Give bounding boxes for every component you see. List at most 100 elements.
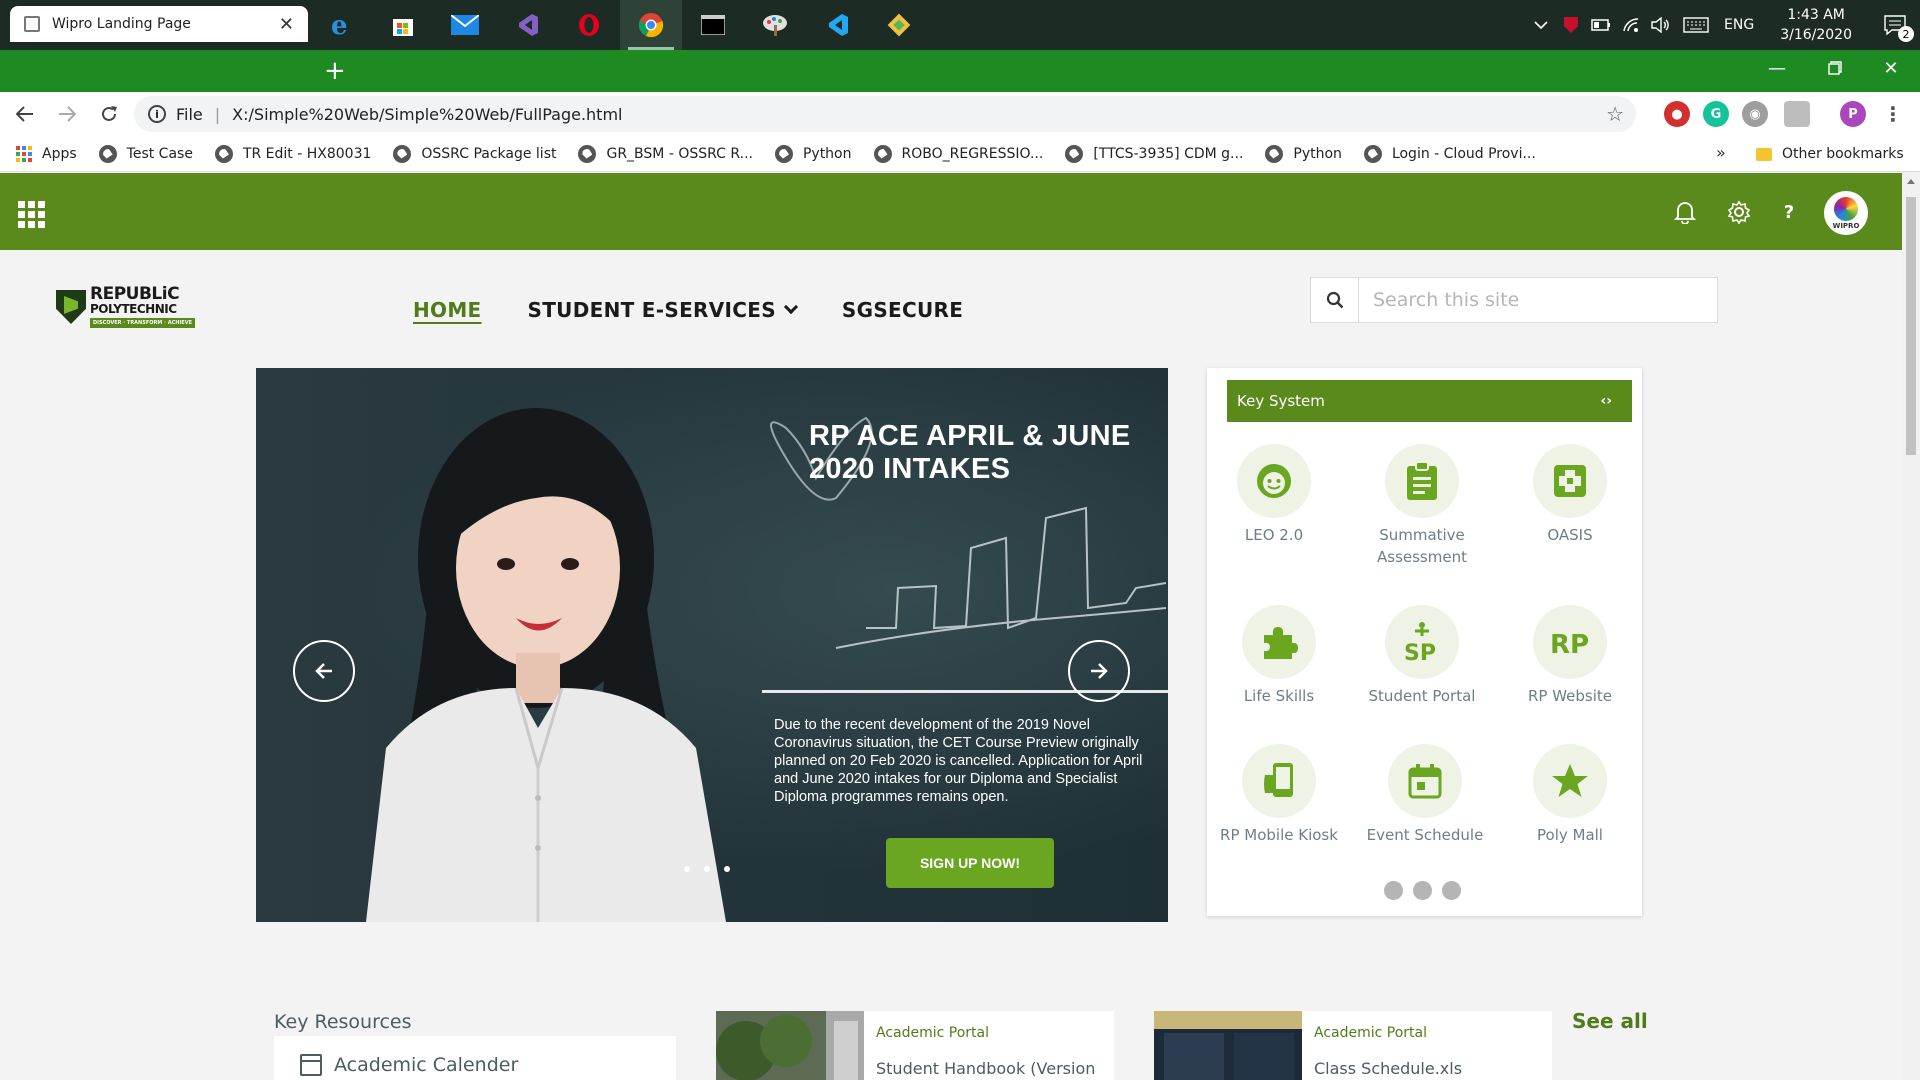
- page-scrollbar[interactable]: [1902, 173, 1920, 1080]
- code-toggle-icon[interactable]: ‹›: [1600, 393, 1612, 409]
- carousel-prev-arrow-icon[interactable]: [293, 640, 355, 702]
- hero-title: RP ACE APRIL & JUNE 2020 INTAKES: [809, 420, 1131, 485]
- chrome-menu-icon[interactable]: ⋮: [1880, 101, 1906, 127]
- app-launcher-icon[interactable]: [18, 201, 45, 228]
- globe-icon: [1065, 144, 1084, 163]
- scroll-up-icon[interactable]: [1907, 179, 1915, 184]
- bookmark-item[interactable]: GR_BSM - OSSRC R...: [578, 144, 753, 163]
- key-system-item-life-skills[interactable]: Life Skills: [1209, 605, 1349, 707]
- carousel-dot[interactable]: [684, 866, 690, 872]
- git-icon[interactable]: [868, 0, 930, 50]
- key-system-item-summative[interactable]: Summative Assessment: [1352, 444, 1492, 568]
- wifi-icon[interactable]: [1616, 0, 1646, 50]
- bookmark-item[interactable]: TR Edit - HX80031: [214, 144, 371, 163]
- calendar-icon: [1388, 744, 1462, 818]
- other-bookmarks[interactable]: Other bookmarks: [1756, 136, 1904, 172]
- key-system-label: Poly Mall: [1537, 826, 1603, 844]
- bookmark-item[interactable]: [TTCS-3935] CDM g...: [1065, 144, 1243, 163]
- suite-bar: ? WIPRO: [0, 173, 1902, 250]
- pager-dot[interactable]: [1384, 881, 1403, 900]
- store-icon[interactable]: [372, 0, 434, 50]
- bookmark-item[interactable]: ROBO_REGRESSIO...: [873, 144, 1043, 163]
- pager-dot[interactable]: [1442, 881, 1461, 900]
- notifications-bell-icon[interactable]: [1670, 197, 1700, 227]
- address-bar[interactable]: i File | X:/Simple%20Web/Simple%20Web/Fu…: [134, 96, 1636, 132]
- key-resources-card: Academic Calender: [274, 1036, 676, 1080]
- key-system-item-event-schedule[interactable]: Event Schedule: [1355, 744, 1495, 846]
- carousel-dot[interactable]: [704, 866, 710, 872]
- globe-icon: [578, 144, 597, 163]
- pager-dot[interactable]: [1413, 881, 1432, 900]
- key-system-panel: Key System ‹› LEO 2.0 Summative Assessme…: [1207, 368, 1642, 916]
- restore-icon[interactable]: [1806, 50, 1864, 86]
- site-info-icon[interactable]: i: [148, 105, 166, 123]
- page-viewport: ? WIPRO REPUBLiC POLYTECHNIC DISCOVER · …: [0, 173, 1902, 1080]
- key-system-item-rp-website[interactable]: RP RP Website: [1500, 605, 1640, 707]
- extension-grammarly-icon[interactable]: G: [1703, 101, 1729, 127]
- help-icon[interactable]: ?: [1774, 197, 1804, 227]
- keyboard-icon[interactable]: [1676, 0, 1716, 50]
- mcafee-icon[interactable]: [1556, 0, 1586, 50]
- bookmark-star-icon[interactable]: ☆: [1606, 102, 1624, 126]
- search-button[interactable]: [1310, 277, 1358, 323]
- resource-academic-calendar[interactable]: Academic Calender: [300, 1054, 518, 1076]
- key-system-item-student-portal[interactable]: SP Student Portal: [1352, 605, 1492, 707]
- bookmark-apps[interactable]: Apps: [16, 145, 77, 162]
- sign-up-button[interactable]: SIGN UP NOW!: [886, 838, 1054, 888]
- scrollbar-thumb[interactable]: [1906, 197, 1916, 455]
- new-tab-icon[interactable]: +: [324, 56, 346, 86]
- search-input[interactable]: [1358, 277, 1718, 323]
- document-category: Academic Portal: [876, 1025, 990, 1041]
- bookmark-item[interactable]: Test Case: [98, 144, 193, 163]
- visual-studio-icon[interactable]: [496, 0, 558, 50]
- site-logo[interactable]: REPUBLiC POLYTECHNIC DISCOVER · TRANSFOR…: [56, 273, 202, 341]
- forward-icon[interactable]: [50, 97, 84, 131]
- key-system-item-oasis[interactable]: OASIS: [1500, 444, 1640, 546]
- document-card[interactable]: Academic Portal Student Handbook (Versio…: [716, 1011, 1114, 1080]
- carousel-next-arrow-icon[interactable]: [1068, 640, 1130, 702]
- bookmark-item[interactable]: OSSRC Package list: [393, 144, 556, 163]
- reload-icon[interactable]: [92, 97, 126, 131]
- cross-puzzle-icon: [1533, 444, 1607, 518]
- mail-icon[interactable]: [434, 0, 496, 50]
- bookmark-label: Python: [1293, 145, 1342, 162]
- close-tab-icon[interactable]: ✕: [279, 14, 294, 35]
- minimize-icon[interactable]: —: [1748, 50, 1806, 86]
- terminal-icon[interactable]: [682, 0, 744, 50]
- key-system-item-leo[interactable]: LEO 2.0: [1204, 444, 1344, 546]
- star-icon: [1533, 744, 1607, 818]
- clock[interactable]: 1:43 AM 3/16/2020: [1762, 5, 1870, 45]
- battery-icon[interactable]: [1586, 0, 1616, 50]
- extension-circle-icon[interactable]: ◉: [1742, 101, 1768, 127]
- extension-square-icon[interactable]: [1784, 101, 1810, 127]
- carousel-dot[interactable]: [724, 866, 730, 872]
- more-bookmarks-button[interactable]: »: [1716, 143, 1726, 162]
- key-system-item-mobile-kiosk[interactable]: RP Mobile Kiosk: [1209, 744, 1349, 846]
- close-window-icon[interactable]: ✕: [1862, 50, 1920, 86]
- nav-sgsecure[interactable]: SGSECURE: [842, 298, 963, 322]
- bookmark-item[interactable]: Python: [1265, 144, 1342, 163]
- user-avatar[interactable]: WIPRO: [1824, 191, 1868, 235]
- nav-student-e-services[interactable]: STUDENT E-SERVICES: [528, 298, 798, 322]
- settings-gear-icon[interactable]: [1724, 197, 1754, 227]
- opera-icon[interactable]: [558, 0, 620, 50]
- document-card[interactable]: Academic Portal Class Schedule.xls: [1154, 1011, 1552, 1080]
- action-center-icon[interactable]: 2: [1870, 0, 1920, 50]
- back-icon[interactable]: [8, 97, 42, 131]
- profile-icon[interactable]: P: [1840, 101, 1866, 127]
- paint-icon[interactable]: [744, 0, 806, 50]
- chrome-icon[interactable]: [620, 0, 682, 50]
- chevron-up-icon[interactable]: [1526, 0, 1556, 50]
- see-all-link[interactable]: See all: [1572, 1009, 1648, 1033]
- bookmark-item[interactable]: Login - Cloud Provi...: [1363, 144, 1536, 163]
- browser-tab[interactable]: Wipro Landing Page ✕: [10, 6, 308, 42]
- bookmark-item[interactable]: Python: [774, 144, 852, 163]
- edge-icon[interactable]: e: [310, 0, 372, 50]
- language-indicator[interactable]: ENG: [1716, 17, 1762, 33]
- key-system-item-poly-mall[interactable]: Poly Mall: [1500, 744, 1640, 846]
- vscode-icon[interactable]: [806, 0, 868, 50]
- volume-icon[interactable]: [1646, 0, 1676, 50]
- nav-home[interactable]: HOME: [413, 298, 482, 322]
- page-favicon-icon: [24, 16, 40, 32]
- extension-adblock-icon[interactable]: ●: [1664, 101, 1690, 127]
